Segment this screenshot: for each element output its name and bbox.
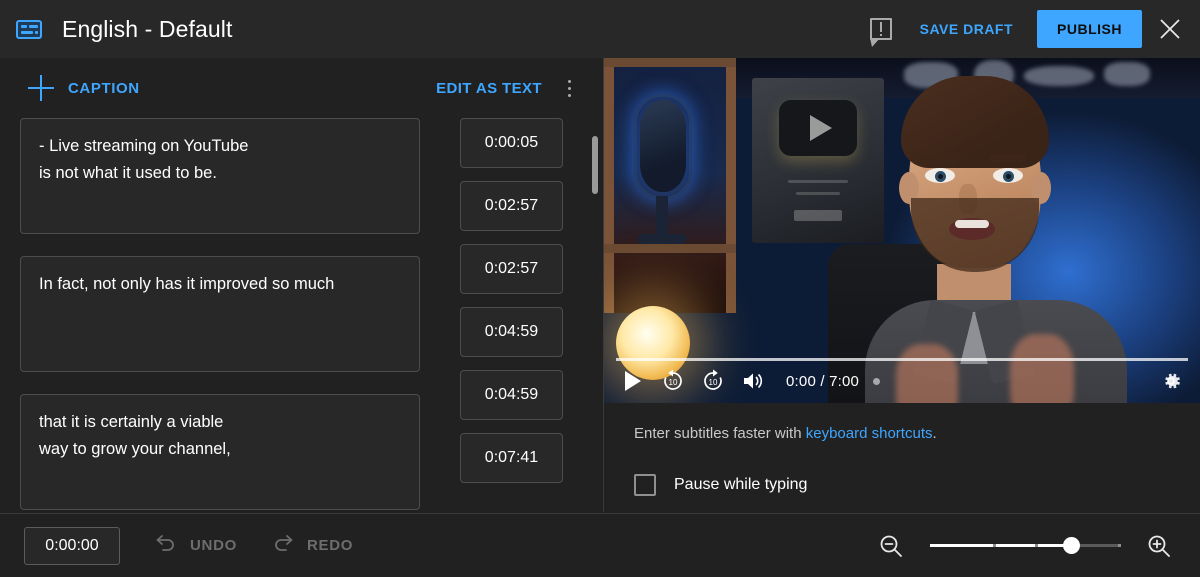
caption-list: - Live streaming on YouTube is not what … bbox=[0, 118, 604, 512]
more-vert-icon[interactable] bbox=[552, 71, 586, 105]
redo-label: REDO bbox=[306, 537, 354, 554]
close-icon[interactable] bbox=[1148, 7, 1192, 51]
zoom-slider[interactable] bbox=[930, 534, 1122, 558]
add-caption-label: CAPTION bbox=[68, 79, 140, 97]
timestamp-input[interactable]: 0:02:57 bbox=[460, 244, 563, 294]
caption-list-scrollbar[interactable] bbox=[592, 118, 598, 512]
zoom-out-icon[interactable] bbox=[874, 529, 908, 563]
current-time-input[interactable]: 0:00:00 bbox=[24, 526, 120, 565]
scrollbar-thumb[interactable] bbox=[592, 136, 598, 194]
video-controls: 10 10 0:00 / 7:00 bbox=[604, 359, 1200, 403]
hint-text-before: Enter subtitles faster with bbox=[634, 425, 806, 442]
add-caption-button[interactable]: CAPTION bbox=[28, 75, 140, 101]
timestamp-column: 0:00:05 0:02:57 0:02:57 0:04:59 0:04:59 … bbox=[432, 118, 572, 512]
volume-icon[interactable] bbox=[736, 364, 770, 398]
zoom-slider-handle[interactable] bbox=[1062, 537, 1080, 554]
pause-while-typing-label: Pause while typing bbox=[674, 476, 808, 493]
subtitle-editor-window: English - Default SAVE DRAFT PUBLISH CAP… bbox=[0, 0, 1200, 577]
timeline-zoom-controls bbox=[874, 529, 1176, 563]
app-header: English - Default SAVE DRAFT PUBLISH bbox=[0, 0, 1200, 58]
subtitles-icon bbox=[12, 12, 46, 46]
caption-line: In fact, not only has it improved so muc… bbox=[39, 275, 335, 293]
svg-text:10: 10 bbox=[709, 378, 718, 387]
timestamp-input[interactable]: 0:04:59 bbox=[460, 307, 563, 357]
replay-10-icon[interactable]: 10 bbox=[656, 364, 690, 398]
video-player[interactable]: 10 10 0:00 / 7:00 bbox=[604, 58, 1200, 403]
caption-line: that it is certainly a viable bbox=[39, 413, 224, 431]
caption-line: - Live streaming on YouTube bbox=[39, 137, 249, 155]
gear-icon[interactable] bbox=[1154, 364, 1188, 398]
save-draft-button[interactable]: SAVE DRAFT bbox=[906, 11, 1027, 47]
undo-button[interactable]: UNDO bbox=[154, 532, 237, 559]
progress-handle[interactable] bbox=[873, 377, 881, 385]
video-subject bbox=[859, 68, 1131, 403]
video-frame bbox=[604, 58, 1200, 403]
keyboard-shortcuts-link[interactable]: keyboard shortcuts bbox=[806, 425, 933, 442]
timestamp-input[interactable]: 0:02:57 bbox=[460, 181, 563, 231]
forward-10-icon[interactable]: 10 bbox=[696, 364, 730, 398]
timestamp-input[interactable]: 0:04:59 bbox=[460, 370, 563, 420]
edit-as-text-button[interactable]: EDIT AS TEXT bbox=[436, 80, 542, 97]
caption-toolbar-right: EDIT AS TEXT bbox=[436, 71, 586, 105]
caption-editor-panel: CAPTION EDIT AS TEXT - Live streaming on… bbox=[0, 58, 604, 512]
caption-text-input[interactable]: In fact, not only has it improved so muc… bbox=[20, 256, 420, 372]
header-actions: SAVE DRAFT PUBLISH bbox=[862, 0, 1200, 58]
timestamp-input[interactable]: 0:07:41 bbox=[460, 433, 563, 483]
hint-text-after: . bbox=[932, 425, 937, 442]
video-time-display: 0:00 / 7:00 bbox=[786, 372, 860, 390]
plus-icon bbox=[28, 75, 54, 101]
undo-icon bbox=[154, 532, 178, 559]
bottom-toolbar: 0:00:00 UNDO REDO bbox=[0, 513, 1200, 577]
caption-line: is not what it used to be. bbox=[39, 164, 217, 182]
caption-text-column: - Live streaming on YouTube is not what … bbox=[0, 118, 432, 512]
redo-button[interactable]: REDO bbox=[271, 532, 353, 559]
caption-text-input[interactable]: that it is certainly a viable way to gro… bbox=[20, 394, 420, 510]
undo-label: UNDO bbox=[190, 537, 237, 554]
caption-line: way to grow your channel, bbox=[39, 440, 231, 458]
video-preview-panel: 10 10 0:00 / 7:00 Enter subtitles faster… bbox=[604, 58, 1200, 512]
redo-icon bbox=[271, 532, 295, 559]
caption-text-input[interactable]: - Live streaming on YouTube is not what … bbox=[20, 118, 420, 234]
pause-while-typing-checkbox[interactable] bbox=[634, 474, 656, 496]
shortcut-hint: Enter subtitles faster with keyboard sho… bbox=[634, 425, 1170, 442]
svg-text:10: 10 bbox=[669, 378, 678, 387]
zoom-in-icon[interactable] bbox=[1142, 529, 1176, 563]
caption-toolbar: CAPTION EDIT AS TEXT bbox=[0, 58, 604, 118]
publish-button[interactable]: PUBLISH bbox=[1037, 10, 1142, 48]
play-icon[interactable] bbox=[616, 364, 650, 398]
page-title: English - Default bbox=[62, 15, 233, 42]
pause-while-typing-row[interactable]: Pause while typing bbox=[634, 474, 1170, 496]
timestamp-input[interactable]: 0:00:05 bbox=[460, 118, 563, 168]
feedback-icon[interactable] bbox=[862, 10, 900, 48]
editor-hints: Enter subtitles faster with keyboard sho… bbox=[604, 403, 1200, 496]
